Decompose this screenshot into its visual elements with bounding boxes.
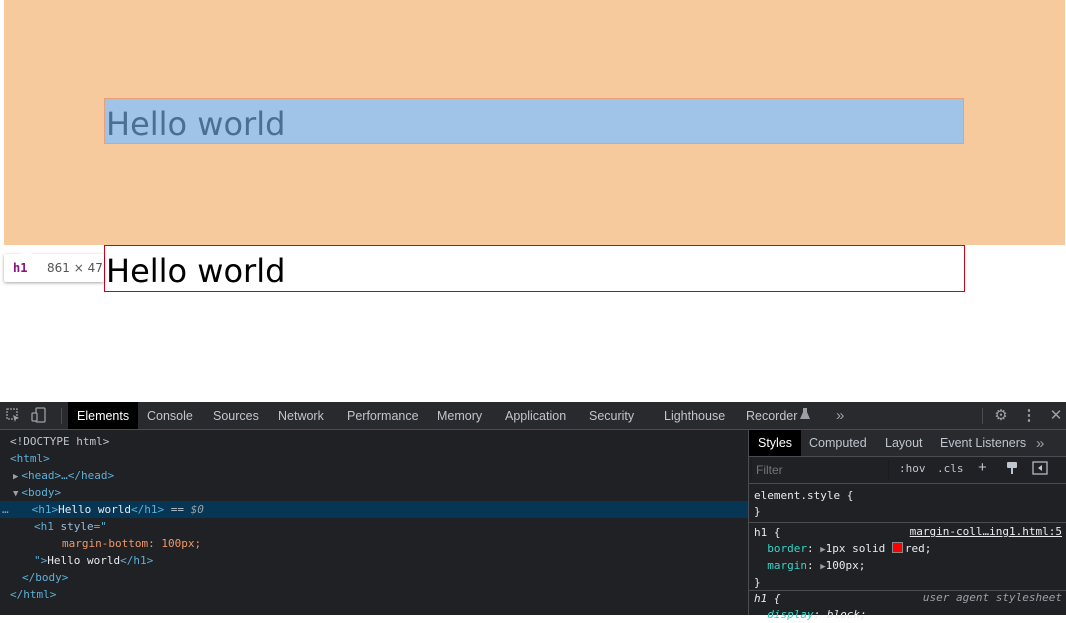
tab-network[interactable]: Network <box>278 402 324 429</box>
dom-line-body-close[interactable]: </body> <box>0 569 748 586</box>
close-icon[interactable]: ✕ <box>1047 407 1065 425</box>
rule1-selector: h1 { <box>754 526 781 539</box>
tab-memory[interactable]: Memory <box>437 402 482 429</box>
expand-triangle-icon[interactable]: ▶ <box>0 472 18 482</box>
rule2-selector: h1 { <box>754 592 781 605</box>
h1b-attr-name: style <box>60 520 94 533</box>
gear-icon[interactable]: ⚙ <box>992 407 1010 425</box>
h1b-open-tag: <h1 <box>34 520 61 533</box>
dom-tree: <!DOCTYPE html> <html> ▶ <head>…</head> ▼… <box>0 430 748 615</box>
dom-line-h1-selected[interactable]: … <h1>Hello world</h1> == $0 <box>0 501 748 518</box>
ellipsis-icon[interactable]: … <box>0 503 9 516</box>
dom-line-h1b-style[interactable]: margin-bottom: 100px; <box>0 535 748 552</box>
paint-brush-icon[interactable] <box>1005 461 1019 478</box>
tab-elements[interactable]: Elements <box>68 402 139 429</box>
rule1-source-link[interactable]: margin-coll…ing1.html:5 <box>910 525 1062 538</box>
element-style-close: } <box>754 505 761 518</box>
tab-lighthouse[interactable]: Lighthouse <box>664 402 725 429</box>
h1-text: Hello world <box>58 503 131 516</box>
cls-toggle[interactable]: .cls <box>937 462 964 475</box>
page-viewport: Hello world Hello world h1 861 × 47 <box>0 0 1066 402</box>
filter-input[interactable] <box>752 460 888 480</box>
body-close-tag: </body> <box>22 571 69 584</box>
element-size-tooltip: h1 861 × 47 <box>4 248 104 282</box>
heading-hello-world-2: Hello world <box>106 252 286 290</box>
dollar-zero: $0 <box>190 503 204 516</box>
h1-open-tag: <h1> <box>31 503 59 516</box>
h1b-close-tag: </h1> <box>120 554 154 567</box>
tab-console[interactable]: Console <box>147 402 193 429</box>
toggle-sidebar-icon[interactable] <box>1032 461 1048 478</box>
tooltip-size: 861 × 47 <box>47 261 103 275</box>
dom-line-html-close[interactable]: </html> <box>0 586 748 603</box>
dom-line-head[interactable]: ▶ <head>…</head> <box>0 467 748 484</box>
html-open-tag: <html> <box>10 452 50 465</box>
html-close-tag: </html> <box>10 588 57 601</box>
tab-application[interactable]: Application <box>505 402 566 429</box>
color-swatch-icon[interactable] <box>891 542 903 553</box>
rule2-source-ua: user agent stylesheet <box>922 591 1062 604</box>
tab-recorder[interactable]: Recorder <box>746 402 797 429</box>
recorder-flask-icon <box>796 407 814 425</box>
toolbar-divider <box>61 408 62 424</box>
doctype-text: <!DOCTYPE html> <box>10 435 110 448</box>
element-style-rule: element.style { } <box>754 488 1066 520</box>
h1-close-tag: </h1> <box>130 503 165 516</box>
dom-line-doctype[interactable]: <!DOCTYPE html> <box>0 433 748 450</box>
kebab-menu-icon[interactable]: ⋮ <box>1020 407 1038 425</box>
styles-sidebar: Styles Computed Layout Event Listeners »… <box>748 430 1066 621</box>
tooltip-tag: h1 <box>13 261 28 275</box>
h1b-style-value: margin-bottom: 100px; <box>62 537 202 550</box>
more-tabs-button[interactable]: » <box>836 402 844 429</box>
rule1-val-border[interactable]: 1px solid <box>826 542 892 555</box>
tab-styles[interactable]: Styles <box>749 430 802 456</box>
tab-sources[interactable]: Sources <box>213 402 259 429</box>
dom-line-h1b[interactable]: <h1 style=" <box>0 518 748 535</box>
device-toolbar-icon[interactable] <box>30 407 48 425</box>
rule1-close: } <box>754 576 761 589</box>
tab-computed[interactable]: Computed <box>809 430 867 456</box>
eq-sign: == <box>164 503 191 516</box>
rule-divider <box>749 522 1066 523</box>
dom-line-body[interactable]: ▼ <body> <box>0 484 748 501</box>
hov-toggle[interactable]: :hov <box>899 462 926 475</box>
heading-hello-world-1: Hello world <box>106 105 286 143</box>
collapse-triangle-icon[interactable]: ▼ <box>0 489 18 499</box>
rule1-prop-margin[interactable]: margin <box>767 559 807 572</box>
dom-line-h1b-content[interactable]: ">Hello world</h1> <box>0 552 748 569</box>
h1b-attr-eq: =" <box>93 520 107 533</box>
new-style-rule-button[interactable]: + <box>978 459 987 476</box>
filter-row: :hov .cls + <box>749 457 1066 484</box>
rule1-color-name[interactable]: red <box>905 542 925 555</box>
tab-security[interactable]: Security <box>589 402 634 429</box>
h1b-close-quote: "> <box>34 554 48 567</box>
rule1-prop-border[interactable]: border <box>767 542 807 555</box>
toolbar-divider-2 <box>982 408 983 424</box>
head-tag: <head>…</head> <box>21 469 115 482</box>
more-styles-tabs-button[interactable]: » <box>1036 430 1044 456</box>
inspect-icon[interactable] <box>4 407 22 425</box>
devtools-toolbar: Elements Console Sources Network Perform… <box>0 402 1066 430</box>
dom-line-html[interactable]: <html> <box>0 450 748 467</box>
tab-performance[interactable]: Performance <box>347 402 419 429</box>
body-open-tag: <body> <box>21 486 62 499</box>
rule1-val-margin[interactable]: 100px; <box>826 559 866 572</box>
h1b-text: Hello world <box>47 554 121 567</box>
tab-event-listeners[interactable]: Event Listeners <box>940 430 1026 456</box>
element-style-selector: element.style { <box>754 489 854 502</box>
styles-tabs: Styles Computed Layout Event Listeners » <box>749 430 1066 457</box>
devtools-panel: Elements Console Sources Network Perform… <box>0 402 1066 621</box>
tab-layout[interactable]: Layout <box>885 430 923 456</box>
